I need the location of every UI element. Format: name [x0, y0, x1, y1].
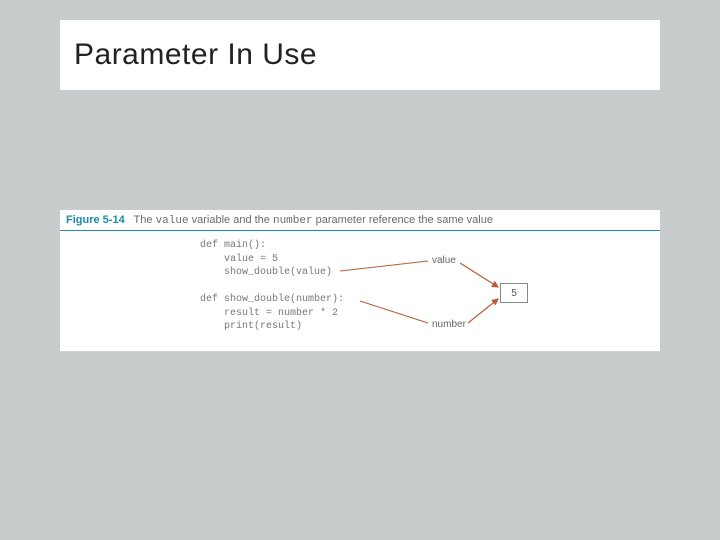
figure-caption-var2: number: [273, 215, 313, 227]
title-box: Parameter In Use: [60, 20, 660, 90]
figure-caption-post: parameter reference the same value: [313, 214, 493, 226]
figure-caption-pre: The: [134, 214, 156, 226]
figure-body: def main(): value = 5 show_double(value)…: [60, 231, 660, 352]
figure-header: Figure 5-14 The value variable and the n…: [60, 210, 660, 231]
figure-caption-var1: value: [156, 215, 189, 227]
slide-title: Parameter In Use: [74, 38, 317, 72]
annotation-value: value: [432, 255, 456, 266]
figure-label: Figure 5-14: [66, 214, 125, 226]
value-box: 5: [500, 283, 528, 303]
reference-arrows: [60, 231, 660, 351]
slide: Parameter In Use Figure 5-14 The value v…: [0, 0, 720, 540]
code-block-show-double: def show_double(number): result = number…: [200, 293, 344, 334]
figure-caption-mid: variable and the: [189, 214, 273, 226]
code-block-main: def main(): value = 5 show_double(value): [200, 239, 332, 280]
annotation-number: number: [432, 319, 466, 330]
figure-panel: Figure 5-14 The value variable and the n…: [60, 210, 660, 352]
